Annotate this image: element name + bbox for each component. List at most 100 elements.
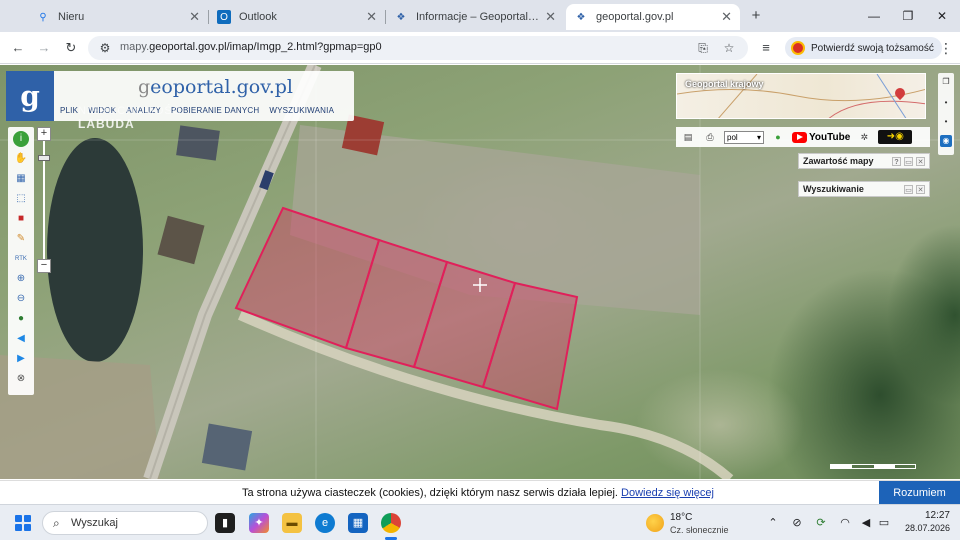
pan-hand-icon[interactable]: ✋	[13, 151, 29, 167]
search-placeholder: Wyszukaj	[71, 517, 118, 529]
printer-icon[interactable]: ⎙	[702, 130, 718, 144]
info-icon[interactable]: i	[13, 131, 29, 147]
zoom-slider[interactable]: + −	[37, 127, 51, 273]
restore-icon[interactable]: ❐	[898, 6, 918, 26]
eye-view-icon[interactable]: ◉	[940, 135, 952, 147]
store-icon[interactable]: ▦	[348, 513, 368, 533]
help-icon[interactable]: ?	[892, 156, 901, 166]
close-icon[interactable]: ✕	[545, 9, 556, 25]
pencil-icon[interactable]: ✎	[13, 231, 29, 247]
building-roof-shape	[157, 215, 205, 265]
weather-description: Cz. słonecznie	[670, 525, 729, 535]
search-favicon-icon: ⚲	[39, 11, 47, 23]
cookie-accept-button[interactable]: Rozumiem	[879, 481, 960, 505]
close-icon[interactable]: ✕	[721, 9, 732, 25]
map-contents-panel[interactable]: Zawartość mapy ? ▭ ✕	[798, 153, 930, 169]
forward-arrow-icon[interactable]: →	[34, 38, 54, 58]
tab-nieruchomosci[interactable]: ⚲ Nieru ✕	[28, 4, 208, 30]
minimize-icon[interactable]: ▭	[904, 156, 913, 166]
accessibility-icon[interactable]: ✲	[856, 130, 872, 144]
new-tab-plus-icon[interactable]: +	[747, 7, 765, 25]
taskbar-search-input[interactable]: ⌕ Wyszukaj	[42, 511, 208, 535]
print-icon[interactable]: ■	[13, 211, 29, 227]
close-icon[interactable]: ✕	[366, 9, 377, 25]
reload-icon[interactable]: ↻	[61, 38, 81, 58]
meet-off-icon[interactable]: ⊘	[789, 515, 805, 531]
minimize-icon[interactable]: ▭	[904, 184, 913, 194]
tab-title: Outlook	[239, 11, 277, 23]
top-tool-row: ▤ ⎙ pol ▾ ● YouTube ✲ ➜◉	[676, 127, 930, 147]
youtube-link[interactable]: YouTube	[792, 131, 850, 143]
identity-button[interactable]: Potwierdź swoją tożsamość	[785, 37, 942, 59]
battery-icon[interactable]: ▭	[876, 515, 892, 531]
panel-title: Zawartość mapy	[803, 156, 874, 166]
overview-map[interactable]: Geoportal krajowy	[676, 73, 926, 119]
contrast-eye-icon[interactable]: ➜◉	[878, 130, 913, 144]
browser-tab-bar: ⚲ Nieru ✕ O Outlook ✕ ❖ Informacje – Geo…	[0, 0, 960, 32]
close-icon[interactable]: ✕	[189, 9, 200, 25]
crosshair-icon[interactable]: ⊗	[13, 371, 29, 387]
install-app-icon[interactable]: ⎘	[694, 39, 712, 57]
rtk-icon[interactable]: RTK	[13, 251, 29, 267]
zoom-handle[interactable]	[38, 155, 50, 161]
panel-title: Wyszukiwanie	[803, 184, 864, 194]
cookie-more-link[interactable]: Dowiedz się więcej	[621, 487, 714, 499]
system-clock[interactable]: 12:27 28.07.2026	[900, 510, 950, 533]
zoom-in-icon[interactable]: ⊕	[13, 271, 29, 287]
tab-search-icon[interactable]: ≡	[756, 38, 776, 58]
kebab-menu-icon[interactable]: ⋮	[938, 38, 954, 58]
watermark-line: NIERUCHOMOŚCI	[78, 105, 186, 117]
task-view-icon[interactable]: ▮	[215, 513, 235, 533]
geoportal-favicon-icon: ❖	[576, 11, 586, 23]
watermark: NIERUCHOMOŚCI LABUDA	[78, 105, 186, 131]
right-control-strip: ❐ • • ◉	[938, 73, 954, 155]
globe-icon[interactable]: ●	[13, 311, 29, 327]
search-icon: ⌕	[53, 516, 60, 530]
help-icon[interactable]: ●	[770, 130, 786, 144]
site-info-icon[interactable]: ⚙	[96, 39, 114, 57]
close-icon[interactable]: ✕	[916, 184, 925, 194]
dot-icon[interactable]: •	[940, 97, 952, 109]
overview-label: Geoportal krajowy	[685, 79, 764, 89]
speaker-icon[interactable]: ◀	[858, 515, 874, 531]
select-icon[interactable]: ⬚	[13, 191, 29, 207]
chevron-up-icon[interactable]: ⌃	[765, 515, 781, 531]
identity-label: Potwierdź swoją tożsamość	[811, 42, 934, 54]
sync-icon[interactable]: ⟳	[813, 515, 829, 531]
menu-item-wyszukiwania[interactable]: WYSZUKIWANIA	[269, 106, 334, 115]
language-select[interactable]: pol ▾	[724, 130, 764, 144]
legend-icon[interactable]: ▤	[680, 130, 696, 144]
edge-browser-icon[interactable]: e	[315, 513, 335, 533]
geoportal-title: geoportal.gov.pl	[138, 76, 293, 98]
tab-informacje[interactable]: ❖ Informacje – Geoportal.gov.pl ✕	[386, 4, 564, 30]
tab-geoportal[interactable]: ❖ geoportal.gov.pl ✕	[566, 4, 740, 30]
file-explorer-icon[interactable]: ▬	[282, 513, 302, 533]
weather-temperature: 18°C	[670, 512, 693, 523]
tab-title: Informacje – Geoportal.gov.pl	[416, 11, 539, 23]
search-panel[interactable]: Wyszukiwanie ▭ ✕	[798, 181, 930, 197]
zoom-minus-button[interactable]: −	[37, 259, 51, 273]
dot-icon[interactable]: •	[940, 116, 952, 128]
minimize-icon[interactable]: —	[864, 6, 884, 26]
tab-outlook[interactable]: O Outlook ✕	[209, 4, 385, 30]
bookmark-star-icon[interactable]: ☆	[720, 39, 738, 57]
zoom-out-icon[interactable]: ⊖	[13, 291, 29, 307]
youtube-play-icon	[792, 131, 807, 143]
expand-icon[interactable]: ❐	[940, 76, 952, 88]
chrome-icon[interactable]	[381, 513, 401, 533]
map-viewport[interactable]: g geoportal.gov.pl PLIK WIDOK ANALIZY PO…	[0, 65, 960, 479]
wifi-icon[interactable]: ◠	[837, 515, 853, 531]
table-icon[interactable]: ▦	[13, 171, 29, 187]
arrow-left-icon[interactable]: ◀	[13, 331, 29, 347]
url-text: mapy.geoportal.gov.pl/imap/Imgp_2.html?g…	[120, 41, 382, 53]
windows-start-icon[interactable]	[15, 515, 31, 531]
copilot-icon[interactable]: ✦	[249, 513, 269, 533]
back-arrow-icon[interactable]: ←	[8, 38, 28, 58]
close-icon[interactable]: ✕	[916, 156, 925, 166]
zoom-plus-button[interactable]: +	[37, 127, 51, 141]
window-close-icon[interactable]: ✕	[932, 6, 952, 26]
clock-date: 28.07.2026	[904, 523, 950, 533]
arrow-right-icon[interactable]: ▶	[13, 351, 29, 367]
menu-item-plik[interactable]: PLIK	[60, 106, 78, 115]
address-bar[interactable]: ⚙ mapy.geoportal.gov.pl/imap/Imgp_2.html…	[88, 36, 748, 60]
